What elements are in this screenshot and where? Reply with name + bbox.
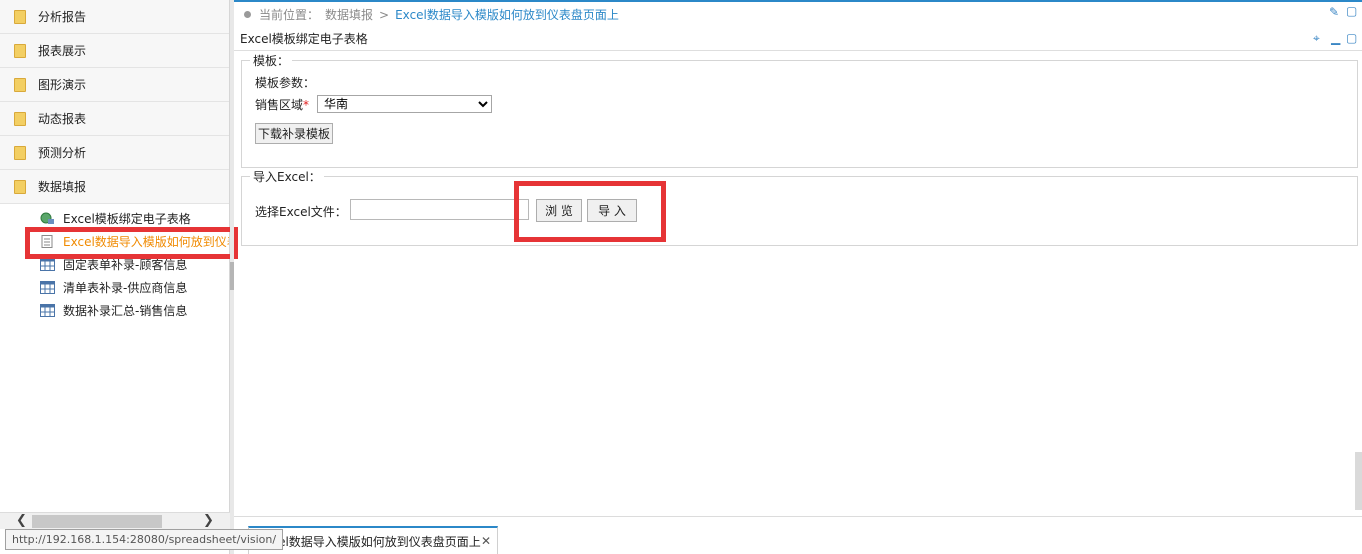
highlight-box-sidebar xyxy=(25,227,238,259)
folder-icon xyxy=(14,145,26,160)
crosshair-icon[interactable]: ⌖ xyxy=(1313,31,1320,46)
sidebar-category-analysis-report[interactable]: 分析报告 xyxy=(0,0,229,34)
sidebar-category-dynamic-report[interactable]: 动态报表 xyxy=(0,102,229,136)
tab-excel-import[interactable]: Excel数据导入模版如何放到仪表盘页面上 ✕ xyxy=(248,526,498,554)
sidebar-item-summary-sales[interactable]: 数据补录汇总-销售信息 xyxy=(0,299,229,322)
grid-icon xyxy=(40,304,55,317)
breadcrumb-parent[interactable]: 数据填报 xyxy=(325,6,373,23)
breadcrumb-current: Excel数据导入模版如何放到仪表盘页面上 xyxy=(395,8,619,22)
folder-icon xyxy=(14,179,26,194)
horizontal-scrollbar[interactable]: ❮ ❯ xyxy=(0,512,230,529)
sidebar-category-data-entry[interactable]: 数据填报 xyxy=(0,170,229,204)
minimize-icon[interactable]: ▁ xyxy=(1331,31,1340,45)
region-label: 销售区域* xyxy=(255,98,310,112)
category-label: 图形演示 xyxy=(38,78,87,92)
file-path-input[interactable] xyxy=(350,199,529,220)
template-params-label: 模板参数： xyxy=(255,76,316,90)
required-mark: * xyxy=(303,98,310,112)
panel-title: Excel模板绑定电子表格 xyxy=(240,32,368,46)
folder-icon xyxy=(14,77,26,92)
highlight-box-buttons xyxy=(514,181,666,242)
splitter-grip[interactable] xyxy=(230,262,234,290)
folder-icon xyxy=(14,111,26,126)
category-label: 分析报告 xyxy=(38,10,87,24)
sidebar-category-forecast[interactable]: 预测分析 xyxy=(0,136,229,170)
grid-icon xyxy=(40,258,55,271)
breadcrumb: 当前位置： 数据填报 > Excel数据导入模版如何放到仪表盘页面上 xyxy=(234,0,1362,27)
region-select[interactable]: 华南 xyxy=(317,95,492,113)
maximize-icon[interactable]: ▢ xyxy=(1346,4,1357,18)
grid-icon xyxy=(40,281,55,294)
download-template-button[interactable]: 下载补录模板 xyxy=(255,123,333,144)
template-legend: 模板： xyxy=(253,54,290,68)
import-legend: 导入Excel： xyxy=(253,170,321,184)
right-scroll-indicator[interactable] xyxy=(1355,452,1362,510)
scrollbar-thumb[interactable] xyxy=(32,515,162,528)
category-label: 动态报表 xyxy=(38,112,87,126)
category-label: 报表展示 xyxy=(38,44,87,58)
sidebar-item-label: 清单表补录-供应商信息 xyxy=(63,281,188,295)
breadcrumb-prefix: 当前位置： xyxy=(259,8,320,22)
sidebar: 分析报告 报表展示 图形演示 动态报表 预测分析 数据填报 Excel模板绑定电… xyxy=(0,0,230,554)
folder-icon xyxy=(14,9,26,24)
sidebar-item-list-supplier[interactable]: 清单表补录-供应商信息 xyxy=(0,276,229,299)
folder-icon xyxy=(14,43,26,58)
bullet-icon xyxy=(244,11,251,18)
file-label: 选择Excel文件： xyxy=(255,205,347,219)
category-label: 预测分析 xyxy=(38,146,87,160)
category-label: 数据填报 xyxy=(38,180,87,194)
close-icon[interactable]: ✕ xyxy=(481,534,491,548)
scroll-left-icon[interactable]: ❮ xyxy=(16,513,27,529)
status-url: http://192.168.1.154:28080/spreadsheet/v… xyxy=(5,529,284,550)
sidebar-category-chart-demo[interactable]: 图形演示 xyxy=(0,68,229,102)
restore-icon[interactable]: ▢ xyxy=(1346,31,1357,45)
scroll-right-icon[interactable]: ❯ xyxy=(203,513,214,529)
breadcrumb-separator: > xyxy=(379,7,390,22)
panel-title-bar: Excel模板绑定电子表格 xyxy=(234,27,1362,51)
tab-label: Excel数据导入模版如何放到仪表盘页面上 xyxy=(257,534,481,549)
sidebar-category-report-display[interactable]: 报表展示 xyxy=(0,34,229,68)
globe-link-icon xyxy=(40,212,54,224)
panel-splitter[interactable] xyxy=(230,0,234,554)
edit-icon[interactable]: ✎ xyxy=(1329,5,1339,19)
sidebar-item-label: Excel模板绑定电子表格 xyxy=(63,212,191,226)
sidebar-item-label: 数据补录汇总-销售信息 xyxy=(63,304,188,318)
